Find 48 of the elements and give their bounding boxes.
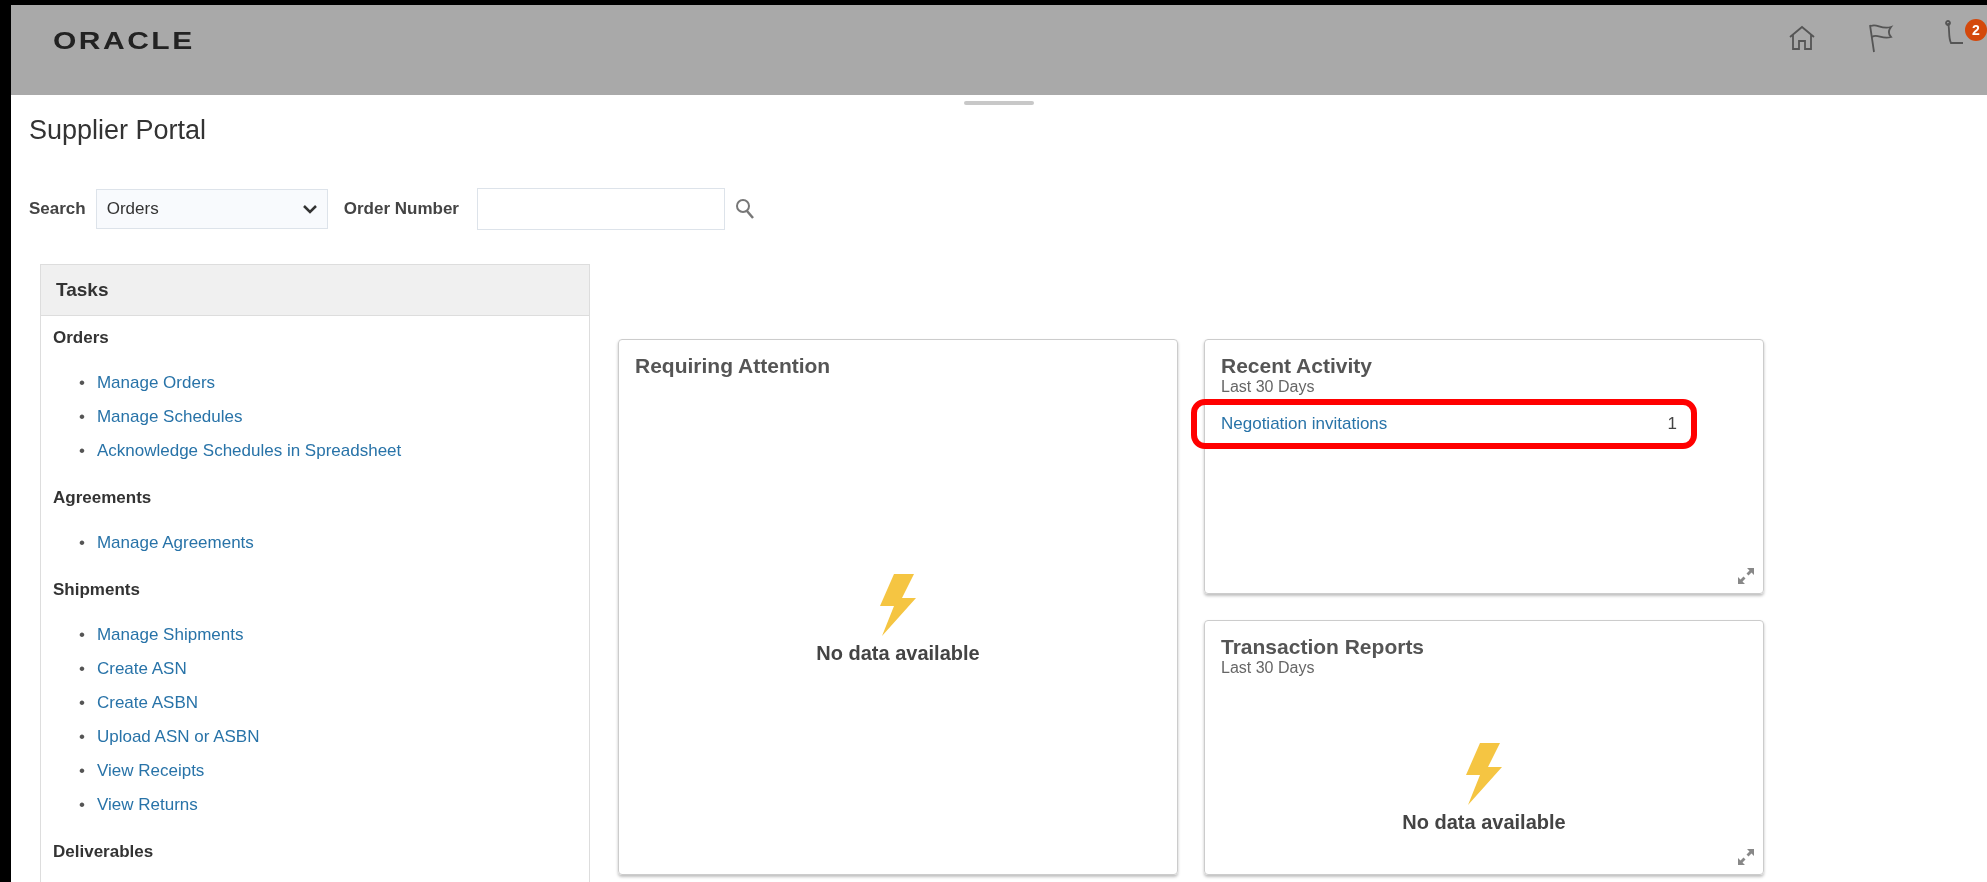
bullet: •	[79, 624, 85, 646]
chevron-icon	[302, 204, 317, 214]
bullet: •	[79, 692, 85, 714]
task-link[interactable]: Manage Agreements	[96, 526, 254, 560]
task-link[interactable]: Manage Orders	[96, 366, 216, 400]
task-link[interactable]: Acknowledge Schedules in Spreadsheet	[96, 434, 402, 468]
order-number-field[interactable]	[476, 188, 725, 230]
notification-badge: 2	[1965, 19, 1987, 41]
task-link[interactable]: Manage Shipments	[96, 618, 244, 652]
bullet: •	[79, 406, 85, 428]
task-link[interactable]: View Receipts	[96, 754, 205, 788]
activity-count: 1	[1667, 414, 1677, 434]
bullet: •	[79, 658, 85, 680]
empty-message: No data available	[1402, 811, 1566, 834]
card-title: Requiring Attention	[635, 354, 832, 378]
flag-icon[interactable]	[1866, 23, 1894, 53]
task-link[interactable]: Upload ASN or ASBN	[96, 720, 260, 754]
bullet: •	[79, 372, 85, 394]
task-link[interactable]: View Returns	[96, 788, 198, 822]
page-title: Supplier Portal	[29, 115, 208, 146]
card-subtitle: Last 30 Days	[1221, 659, 1316, 677]
section-title: Agreements	[52, 487, 153, 509]
bullet: •	[79, 726, 85, 748]
bullet: •	[79, 532, 85, 554]
section-title: Orders	[52, 327, 110, 349]
expand-icon[interactable]	[1737, 848, 1755, 866]
card-title: Recent Activity	[1221, 354, 1373, 378]
section-title: Deliverables	[52, 841, 155, 863]
drag-handle[interactable]	[964, 101, 1034, 105]
task-link[interactable]: Manage Schedules	[96, 400, 243, 434]
search-icon[interactable]	[734, 198, 755, 220]
task-link[interactable]: Create ASBN	[96, 686, 199, 720]
search-label: Search	[29, 199, 86, 219]
panel-title: Tasks	[41, 265, 589, 316]
home-icon[interactable]	[1788, 24, 1816, 52]
task-link[interactable]: Create ASN	[96, 652, 187, 686]
logo: ORACLE	[53, 27, 195, 55]
search-select[interactable]: Orders	[95, 189, 328, 229]
bullet: •	[79, 794, 85, 816]
card-title: Transaction Reports	[1221, 635, 1426, 659]
activity-link[interactable]: Negotiation invitations	[1221, 414, 1388, 434]
section-title: Shipments	[52, 579, 141, 601]
bullet: •	[79, 760, 85, 782]
bullet: •	[79, 440, 85, 462]
order-number-label: Order Number	[343, 199, 459, 219]
expand-icon[interactable]	[1737, 567, 1755, 585]
empty-message: No data available	[816, 641, 980, 665]
card-subtitle: Last 30 Days	[1221, 378, 1316, 396]
